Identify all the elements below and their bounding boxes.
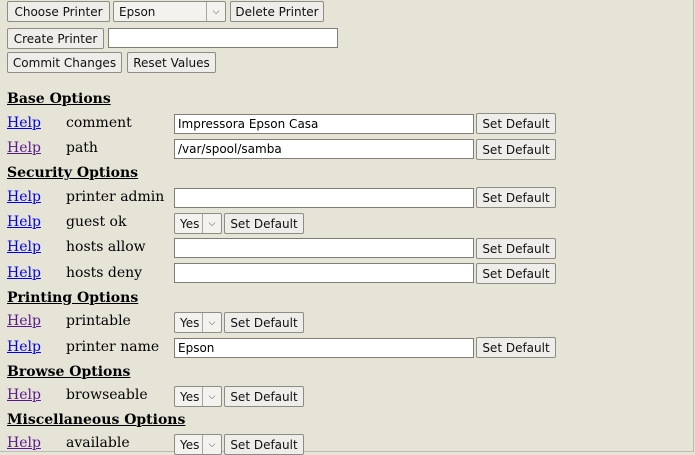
param-browseable-label: browseable — [66, 387, 148, 403]
set-default-path-button[interactable]: Set Default — [476, 139, 556, 160]
set-default-printable-button[interactable]: Set Default — [224, 312, 304, 333]
section-base-options: Base Options — [7, 91, 111, 107]
param-guest-ok-label: guest ok — [66, 214, 127, 230]
param-printer-name-label: printer name — [66, 339, 160, 355]
printer-select[interactable]: Epson ⌵ — [113, 1, 226, 22]
browseable-select[interactable]: Yes ⌵ — [174, 386, 222, 407]
create-printer-button[interactable]: Create Printer — [7, 28, 104, 49]
help-link-path[interactable]: Help — [7, 140, 41, 156]
set-default-hosts-deny-button[interactable]: Set Default — [476, 263, 556, 284]
choose-printer-button[interactable]: Choose Printer — [7, 1, 110, 22]
set-default-browseable-button[interactable]: Set Default — [224, 386, 304, 407]
comment-input[interactable]: Impressora Epson Casa — [174, 114, 474, 134]
param-comment-label: comment — [66, 115, 132, 131]
set-default-printer-name-button[interactable]: Set Default — [476, 337, 556, 358]
available-select[interactable]: Yes ⌵ — [174, 434, 222, 455]
printable-select-value: Yes — [180, 315, 200, 330]
help-link-printer-name[interactable]: Help — [7, 339, 41, 355]
set-default-available-button[interactable]: Set Default — [224, 434, 304, 455]
guest-ok-select-value: Yes — [180, 216, 200, 231]
chevron-down-icon: ⌵ — [202, 435, 221, 454]
chevron-down-icon: ⌵ — [202, 387, 221, 406]
param-hosts-allow-label: hosts allow — [66, 239, 146, 255]
delete-printer-button[interactable]: Delete Printer — [230, 1, 324, 22]
section-security-options: Security Options — [7, 165, 139, 181]
printable-select[interactable]: Yes ⌵ — [174, 312, 222, 333]
section-miscellaneous-options: Miscellaneous Options — [7, 412, 186, 428]
available-select-value: Yes — [180, 437, 200, 452]
set-default-hosts-allow-button[interactable]: Set Default — [476, 238, 556, 259]
help-link-printer-admin[interactable]: Help — [7, 189, 41, 205]
param-hosts-deny-label: hosts deny — [66, 265, 143, 281]
path-input[interactable]: /var/spool/samba — [174, 139, 474, 159]
guest-ok-select[interactable]: Yes ⌵ — [174, 213, 222, 234]
help-link-hosts-allow[interactable]: Help — [7, 239, 41, 255]
set-default-guest-ok-button[interactable]: Set Default — [224, 213, 304, 234]
printer-name-input[interactable]: Epson — [174, 338, 474, 358]
help-link-available[interactable]: Help — [7, 435, 41, 451]
param-available-label: available — [66, 435, 130, 451]
help-link-guest-ok[interactable]: Help — [7, 214, 41, 230]
help-link-hosts-deny[interactable]: Help — [7, 265, 41, 281]
set-default-comment-button[interactable]: Set Default — [476, 113, 556, 134]
hosts-deny-input[interactable] — [174, 263, 474, 283]
help-link-comment[interactable]: Help — [7, 115, 41, 131]
commit-changes-button[interactable]: Commit Changes — [7, 52, 122, 73]
create-printer-name-input[interactable] — [108, 28, 338, 48]
printer-select-value: Epson — [119, 4, 156, 19]
set-default-printer-admin-button[interactable]: Set Default — [476, 187, 556, 208]
browseable-select-value: Yes — [180, 389, 200, 404]
chevron-down-icon: ⌵ — [202, 214, 221, 233]
help-link-browseable[interactable]: Help — [7, 387, 41, 403]
section-printing-options: Printing Options — [7, 290, 139, 306]
printer-admin-input[interactable] — [174, 188, 474, 208]
help-link-printable[interactable]: Help — [7, 313, 41, 329]
chevron-down-icon: ⌵ — [206, 2, 225, 21]
reset-values-button[interactable]: Reset Values — [127, 52, 216, 73]
param-printer-admin-label: printer admin — [66, 189, 165, 205]
section-browse-options: Browse Options — [7, 364, 131, 380]
param-printable-label: printable — [66, 313, 131, 329]
hosts-allow-input[interactable] — [174, 238, 474, 258]
param-path-label: path — [66, 140, 98, 156]
chevron-down-icon: ⌵ — [202, 313, 221, 332]
